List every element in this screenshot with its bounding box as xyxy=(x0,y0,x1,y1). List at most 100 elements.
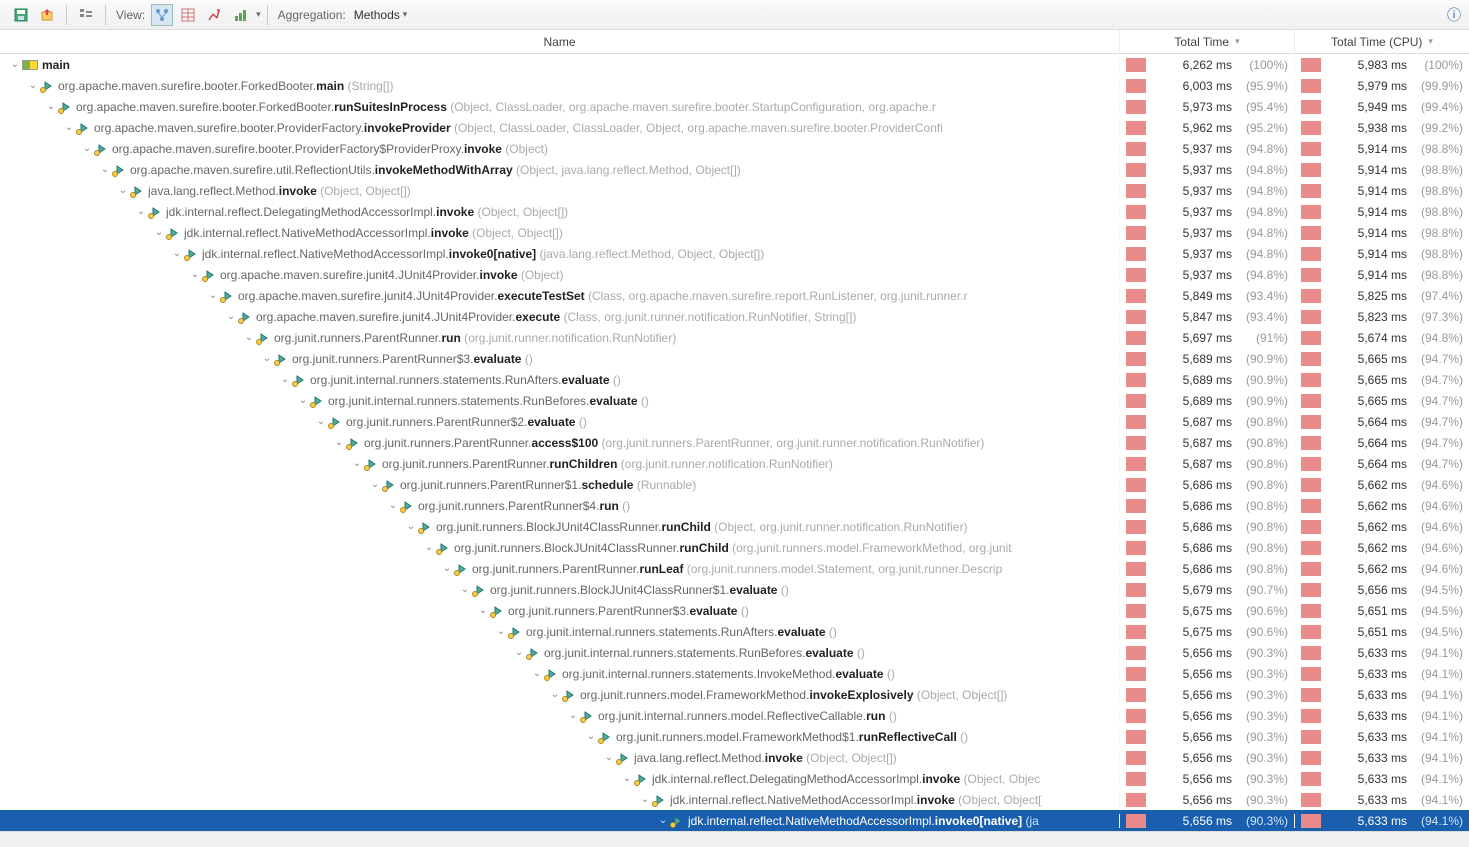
tree-row[interactable]: ⌄org.apache.maven.surefire.junit4.JUnit4… xyxy=(0,285,1469,306)
tree-row[interactable]: ⌄org.junit.internal.runners.statements.I… xyxy=(0,663,1469,684)
tree-row[interactable]: ⌄org.junit.runners.ParentRunner.run (org… xyxy=(0,327,1469,348)
expand-toggle[interactable]: ⌄ xyxy=(278,374,292,385)
expand-toggle[interactable]: ⌄ xyxy=(638,794,652,805)
tree-row[interactable]: ⌄java.lang.reflect.Method.invoke (Object… xyxy=(0,747,1469,768)
tree-row[interactable]: ⌄org.junit.runners.ParentRunner.runLeaf … xyxy=(0,558,1469,579)
expand-toggle[interactable]: ⌄ xyxy=(602,752,616,763)
expand-toggle[interactable]: ⌄ xyxy=(260,353,274,364)
tree-row[interactable]: ⌄main6,262 ms(100%)5,983 ms(100%) xyxy=(0,54,1469,75)
tree-row[interactable]: ⌄org.junit.runners.ParentRunner$1.schedu… xyxy=(0,474,1469,495)
expand-toggle[interactable]: ⌄ xyxy=(584,731,598,742)
cpu-bar xyxy=(1301,562,1321,576)
expand-toggle[interactable]: ⌄ xyxy=(368,479,382,490)
expand-toggle[interactable]: ⌄ xyxy=(476,605,490,616)
expand-toggle[interactable]: ⌄ xyxy=(206,290,220,301)
tree-row[interactable]: ⌄org.apache.maven.surefire.booter.Forked… xyxy=(0,96,1469,117)
time-bar xyxy=(1126,730,1146,744)
name-cell: ⌄org.junit.runners.ParentRunner$3.evalua… xyxy=(0,604,1119,618)
tree-row[interactable]: ⌄org.junit.runners.ParentRunner$3.evalua… xyxy=(0,348,1469,369)
expand-toggle[interactable]: ⌄ xyxy=(26,80,40,91)
save-icon[interactable] xyxy=(10,4,32,26)
tree-row[interactable]: ⌄org.junit.internal.runners.statements.R… xyxy=(0,390,1469,411)
method-name: org.apache.maven.surefire.junit4.JUnit4P… xyxy=(256,310,856,324)
tree-row[interactable]: ⌄org.apache.maven.surefire.junit4.JUnit4… xyxy=(0,264,1469,285)
expand-toggle[interactable]: ⌄ xyxy=(620,773,634,784)
cpu-time-cell: 5,914 ms(98.8%) xyxy=(1294,205,1469,219)
tree-row[interactable]: ⌄org.junit.runners.ParentRunner$3.evalua… xyxy=(0,600,1469,621)
view-hotspot-icon[interactable] xyxy=(203,4,225,26)
expand-toggle[interactable]: ⌄ xyxy=(134,206,148,217)
expand-toggle[interactable]: ⌄ xyxy=(404,521,418,532)
tree-row[interactable]: ⌄jdk.internal.reflect.NativeMethodAccess… xyxy=(0,789,1469,810)
column-headers: Name Total Time ▾ Total Time (CPU) ▾ xyxy=(0,30,1469,54)
tree-row[interactable]: ⌄org.junit.runners.ParentRunner$4.run ()… xyxy=(0,495,1469,516)
tree-row[interactable]: ⌄org.junit.runners.BlockJUnit4ClassRunne… xyxy=(0,579,1469,600)
expand-toggle[interactable]: ⌄ xyxy=(548,689,562,700)
tree-row[interactable]: ⌄ jdk.internal.reflect.NativeMethodAccess… xyxy=(0,810,1469,831)
column-name-header[interactable]: Name xyxy=(0,35,1119,49)
cpu-time-cell: 5,674 ms(94.8%) xyxy=(1294,331,1469,345)
expand-toggle[interactable]: ⌄ xyxy=(296,395,310,406)
expand-toggle[interactable]: ⌄ xyxy=(242,332,256,343)
call-tree[interactable]: ⌄main6,262 ms(100%)5,983 ms(100%)⌄org.ap… xyxy=(0,54,1469,831)
expand-toggle[interactable]: ⌄ xyxy=(188,269,202,280)
expand-toggle[interactable]: ⌄ xyxy=(116,185,130,196)
tree-row[interactable]: ⌄org.junit.internal.runners.model.Reflec… xyxy=(0,705,1469,726)
expand-toggle[interactable]: ⌄ xyxy=(386,500,400,511)
tree-row[interactable]: ⌄org.junit.runners.ParentRunner.access$1… xyxy=(0,432,1469,453)
expand-toggle[interactable]: ⌄ xyxy=(350,458,364,469)
tree-row[interactable]: ⌄org.junit.runners.ParentRunner.runChild… xyxy=(0,453,1469,474)
expand-toggle[interactable]: ⌄ xyxy=(170,248,184,259)
aggregation-dropdown[interactable]: Methods ▾ xyxy=(350,8,412,22)
method-name: jdk.internal.reflect.NativeMethodAccesso… xyxy=(688,814,1039,828)
tree-row[interactable]: ⌄org.junit.internal.runners.statements.R… xyxy=(0,642,1469,663)
view-graph-icon[interactable] xyxy=(229,4,251,26)
column-total-time-header[interactable]: Total Time ▾ xyxy=(1119,30,1294,53)
expand-toggle[interactable]: ⌄ xyxy=(62,122,76,133)
info-icon[interactable]: ⓘ xyxy=(1447,5,1461,25)
expand-toggle[interactable]: ⌄ xyxy=(656,815,670,826)
tree-row[interactable]: ⌄jdk.internal.reflect.NativeMethodAccess… xyxy=(0,222,1469,243)
expand-toggle[interactable]: ⌄ xyxy=(80,143,94,154)
tree-view-icon[interactable] xyxy=(75,4,97,26)
expand-toggle[interactable]: ⌄ xyxy=(566,710,580,721)
expand-toggle[interactable]: ⌄ xyxy=(152,227,166,238)
dropdown-arrow-icon[interactable]: ▾ xyxy=(256,9,261,20)
view-tree-icon[interactable] xyxy=(151,4,173,26)
tree-row[interactable]: ⌄jdk.internal.reflect.NativeMethodAccess… xyxy=(0,243,1469,264)
method-name: jdk.internal.reflect.DelegatingMethodAcc… xyxy=(166,205,568,219)
total-time-cell: 5,937 ms(94.8%) xyxy=(1119,184,1294,198)
expand-toggle[interactable]: ⌄ xyxy=(440,563,454,574)
expand-toggle[interactable]: ⌄ xyxy=(530,668,544,679)
tree-row[interactable]: ⌄java.lang.reflect.Method.invoke (Object… xyxy=(0,180,1469,201)
column-total-cpu-header[interactable]: Total Time (CPU) ▾ xyxy=(1294,30,1469,53)
tree-row[interactable]: ⌄org.junit.runners.ParentRunner$2.evalua… xyxy=(0,411,1469,432)
tree-row[interactable]: ⌄org.apache.maven.surefire.util.Reflecti… xyxy=(0,159,1469,180)
tree-row[interactable]: ⌄org.apache.maven.surefire.booter.Provid… xyxy=(0,117,1469,138)
expand-toggle[interactable]: ⌄ xyxy=(422,542,436,553)
tree-row[interactable]: ⌄org.apache.maven.surefire.booter.Provid… xyxy=(0,138,1469,159)
expand-toggle[interactable]: ⌄ xyxy=(8,59,22,70)
export-icon[interactable] xyxy=(36,4,58,26)
view-table-icon[interactable] xyxy=(177,4,199,26)
tree-row[interactable]: ⌄org.junit.runners.BlockJUnit4ClassRunne… xyxy=(0,516,1469,537)
time-bar xyxy=(1126,478,1146,492)
expand-toggle[interactable]: ⌄ xyxy=(458,584,472,595)
expand-toggle[interactable]: ⌄ xyxy=(332,437,346,448)
expand-toggle[interactable]: ⌄ xyxy=(44,101,58,112)
expand-toggle[interactable]: ⌄ xyxy=(512,647,526,658)
expand-toggle[interactable]: ⌄ xyxy=(494,626,508,637)
tree-row[interactable]: ⌄jdk.internal.reflect.DelegatingMethodAc… xyxy=(0,768,1469,789)
tree-row[interactable]: ⌄org.junit.internal.runners.statements.R… xyxy=(0,369,1469,390)
tree-row[interactable]: ⌄org.apache.maven.surefire.booter.Forked… xyxy=(0,75,1469,96)
expand-toggle[interactable]: ⌄ xyxy=(98,164,112,175)
tree-row[interactable]: ⌄org.junit.runners.model.FrameworkMethod… xyxy=(0,684,1469,705)
tree-row[interactable]: ⌄ org.apache.maven.surefire.junit4.JUnit4… xyxy=(0,306,1469,327)
expand-toggle[interactable]: ⌄ xyxy=(224,311,238,322)
tree-row[interactable]: ⌄org.junit.internal.runners.statements.R… xyxy=(0,621,1469,642)
tree-row[interactable]: ⌄org.junit.runners.model.FrameworkMethod… xyxy=(0,726,1469,747)
total-time-cell: 5,675 ms(90.6%) xyxy=(1119,625,1294,639)
expand-toggle[interactable]: ⌄ xyxy=(314,416,328,427)
tree-row[interactable]: ⌄org.junit.runners.BlockJUnit4ClassRunne… xyxy=(0,537,1469,558)
tree-row[interactable]: ⌄ jdk.internal.reflect.DelegatingMethodAc… xyxy=(0,201,1469,222)
